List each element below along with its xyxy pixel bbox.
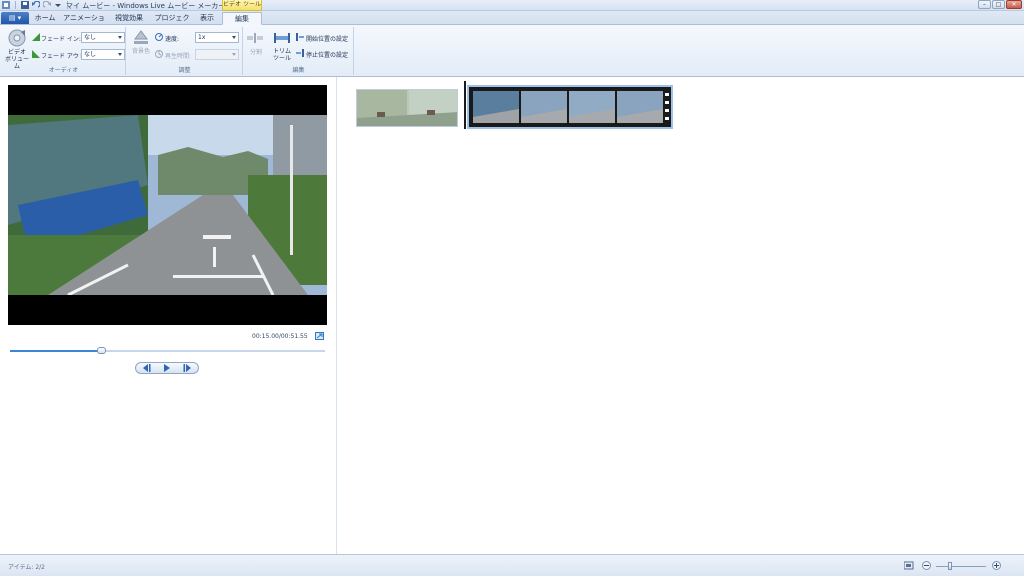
tab-visual-effects[interactable]: 視覚効果: [110, 12, 148, 25]
zoom-out-icon[interactable]: [922, 561, 931, 570]
previous-frame-icon: [143, 364, 151, 372]
video-frame-image: [8, 85, 327, 325]
fade-in-icon: [32, 33, 40, 43]
play-icon: [164, 364, 170, 372]
zoom-controls: [904, 560, 1016, 572]
preview-pane: 00:15.00/00:51.55: [0, 77, 337, 554]
duration-label: 再生時間:: [165, 53, 192, 60]
adjust-group: 背景色 速度: 1x 再生時間: 調整: [127, 27, 243, 75]
background-color-icon[interactable]: [132, 29, 150, 47]
fade-out-value: なし: [84, 51, 97, 58]
play-button[interactable]: [157, 363, 178, 373]
fade-in-select[interactable]: なし: [81, 32, 125, 43]
app-icon[interactable]: [2, 1, 10, 9]
tab-project[interactable]: プロジェクト: [152, 12, 192, 34]
duration-select[interactable]: [195, 49, 239, 60]
adjust-group-label: 調整: [178, 67, 191, 74]
playback-controls: [135, 362, 199, 374]
background-color-button[interactable]: 背景色: [127, 48, 155, 55]
tab-animations[interactable]: アニメーション: [62, 12, 106, 34]
split-button[interactable]: 分割: [247, 49, 265, 56]
speed-icon: [155, 33, 163, 43]
split-icon[interactable]: [247, 33, 263, 45]
redo-icon[interactable]: [42, 0, 51, 9]
clip-1-thumbnail: [357, 90, 457, 126]
undo-icon[interactable]: [32, 0, 41, 9]
next-frame-icon: [183, 364, 191, 372]
seek-thumb[interactable]: [97, 347, 107, 354]
video-volume-icon[interactable]: [8, 29, 26, 49]
fade-out-icon: [32, 50, 40, 60]
window-title: マイ ムービー - Windows Live ムービー メーカー: [66, 2, 226, 10]
seek-bar[interactable]: [10, 347, 325, 354]
edit-group-label: 編集: [292, 67, 305, 74]
title-bar: マイ ムービー - Windows Live ムービー メーカー ビデオ ツール…: [0, 0, 1024, 11]
customize-qat-icon[interactable]: [54, 1, 62, 9]
file-menu-button[interactable]: ▤ ▾: [1, 12, 29, 24]
fullscreen-icon: [316, 333, 323, 339]
ribbon-tab-row: ▤ ▾ ホーム アニメーション 視覚効果 プロジェクト 表示 編集: [0, 11, 1024, 34]
storyboard-clip-1[interactable]: [356, 89, 458, 127]
trim-tool-icon[interactable]: [274, 33, 290, 45]
previous-frame-button[interactable]: [136, 363, 157, 373]
set-start-icon: [296, 33, 304, 43]
window-controls: – □ ✕: [978, 0, 1022, 9]
speed-select[interactable]: 1x: [195, 32, 239, 43]
video-preview[interactable]: [8, 85, 327, 325]
speed-label: 速度:: [165, 36, 180, 43]
storyboard-playhead[interactable]: [464, 81, 466, 129]
fade-out-select[interactable]: なし: [81, 49, 125, 60]
seek-bar-progress: [10, 350, 102, 352]
fullscreen-button[interactable]: [315, 332, 324, 340]
audio-group-label: オーディオ: [48, 67, 79, 74]
set-end-icon: [296, 49, 304, 59]
fade-in-value: なし: [84, 34, 97, 41]
audio-group: ビデオ ボリューム フェード イン: なし フェード アウト: なし オーディオ: [2, 27, 126, 75]
set-end-point-button[interactable]: 停止位置の設定: [306, 50, 348, 59]
close-button[interactable]: ✕: [1006, 0, 1022, 9]
zoom-slider-thumb[interactable]: [948, 562, 952, 570]
ribbon-panel: ビデオ ボリューム フェード イン: なし フェード アウト: なし オーディオ…: [0, 25, 1024, 77]
minimize-button[interactable]: –: [978, 0, 991, 9]
save-icon[interactable]: [21, 1, 29, 9]
tab-view[interactable]: 表示: [194, 12, 220, 25]
edit-group: 分割 トリム ツール 開始位置の設定 停止位置の設定 編集: [244, 27, 354, 75]
zoom-in-icon[interactable]: [992, 561, 1001, 570]
trim-tool-button[interactable]: トリム ツール: [270, 48, 294, 62]
maximize-button[interactable]: □: [992, 0, 1005, 9]
tab-edit[interactable]: 編集: [222, 12, 262, 25]
storyboard-clip-2-selected[interactable]: [467, 85, 673, 129]
clip-2-filmstrip: [469, 87, 671, 127]
storyboard-pane[interactable]: [338, 77, 1024, 554]
duration-icon: [155, 50, 163, 60]
fade-in-label: フェード イン:: [41, 36, 81, 43]
set-start-point-button[interactable]: 開始位置の設定: [306, 34, 348, 43]
item-count: アイテム: 2/2: [8, 564, 45, 571]
next-frame-button[interactable]: [177, 363, 198, 373]
video-tools-context-header: ビデオ ツール: [222, 0, 262, 11]
speed-value: 1x: [198, 34, 206, 41]
quick-access-toolbar: [2, 0, 70, 9]
thumbnail-size-icon[interactable]: [904, 561, 914, 570]
zoom-slider[interactable]: [936, 566, 986, 567]
tab-home[interactable]: ホーム: [32, 12, 58, 25]
status-bar: アイテム: 2/2: [0, 554, 1024, 576]
time-readout: 00:15.00/00:51.55: [252, 333, 308, 340]
